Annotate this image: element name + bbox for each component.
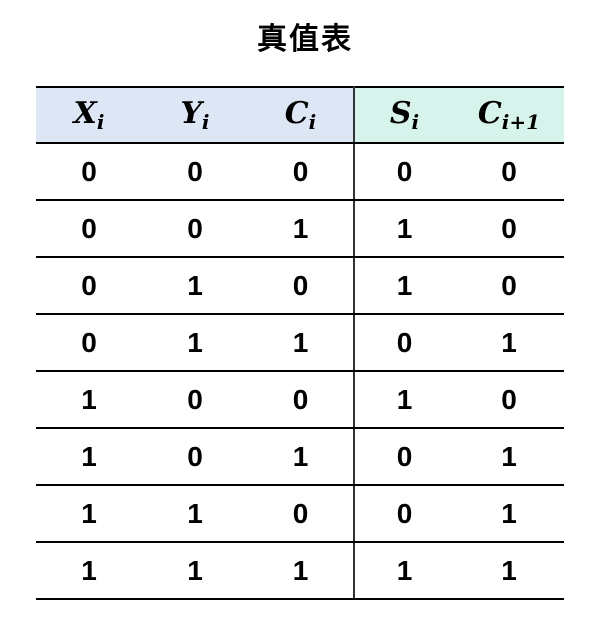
cell-c-i: 0: [248, 257, 355, 315]
truth-table-header: Xi Yi Ci Si Ci+1: [36, 86, 564, 144]
cell-x-i: 0: [36, 143, 142, 201]
table-row: 01101: [36, 314, 564, 372]
table-row: 01010: [36, 257, 564, 315]
cell-c-i-plus-1: 0: [454, 257, 564, 315]
header-y-i: Yi: [142, 86, 248, 144]
cell-s-i: 0: [354, 314, 454, 372]
cell-c-i-plus-1: 0: [454, 200, 564, 258]
cell-x-i: 0: [36, 200, 142, 258]
cell-x-i: 1: [36, 542, 142, 600]
cell-s-i: 0: [354, 428, 454, 486]
cell-y-i: 1: [142, 542, 248, 600]
cell-c-i: 1: [248, 542, 355, 600]
page-title: 真值表: [257, 22, 353, 57]
cell-c-i-plus-1: 1: [454, 485, 564, 543]
truth-table: Xi Yi Ci Si Ci+1 00000001100101001101100…: [36, 86, 564, 600]
cell-y-i: 0: [142, 428, 248, 486]
cell-y-i: 0: [142, 200, 248, 258]
cell-x-i: 1: [36, 428, 142, 486]
cell-c-i: 0: [248, 143, 355, 201]
table-row: 10010: [36, 371, 564, 429]
header-c-i: Ci: [248, 86, 355, 144]
cell-c-i-plus-1: 1: [454, 314, 564, 372]
cell-c-i-plus-1: 1: [454, 542, 564, 600]
cell-x-i: 1: [36, 485, 142, 543]
cell-s-i: 1: [354, 257, 454, 315]
cell-x-i: 0: [36, 314, 142, 372]
cell-y-i: 1: [142, 257, 248, 315]
cell-c-i: 1: [248, 200, 355, 258]
header-x-i: Xi: [36, 86, 142, 144]
cell-y-i: 1: [142, 314, 248, 372]
cell-c-i-plus-1: 0: [454, 371, 564, 429]
cell-y-i: 0: [142, 371, 248, 429]
truth-table-body: 0000000110010100110110010101011100111111: [36, 143, 564, 600]
table-row: 11001: [36, 485, 564, 543]
cell-s-i: 1: [354, 542, 454, 600]
cell-c-i: 1: [248, 314, 355, 372]
cell-c-i-plus-1: 1: [454, 428, 564, 486]
header-c-i-plus-1: Ci+1: [454, 86, 564, 144]
header-s-i: Si: [354, 86, 454, 144]
cell-c-i-plus-1: 0: [454, 143, 564, 201]
table-row: 00000: [36, 143, 564, 201]
table-row: 11111: [36, 542, 564, 600]
cell-y-i: 0: [142, 143, 248, 201]
cell-s-i: 0: [354, 485, 454, 543]
cell-s-i: 0: [354, 143, 454, 201]
cell-s-i: 1: [354, 371, 454, 429]
cell-c-i: 1: [248, 428, 355, 486]
cell-x-i: 1: [36, 371, 142, 429]
cell-x-i: 0: [36, 257, 142, 315]
table-row: 00110: [36, 200, 564, 258]
cell-y-i: 1: [142, 485, 248, 543]
cell-s-i: 1: [354, 200, 454, 258]
cell-c-i: 0: [248, 485, 355, 543]
cell-c-i: 0: [248, 371, 355, 429]
table-row: 10101: [36, 428, 564, 486]
